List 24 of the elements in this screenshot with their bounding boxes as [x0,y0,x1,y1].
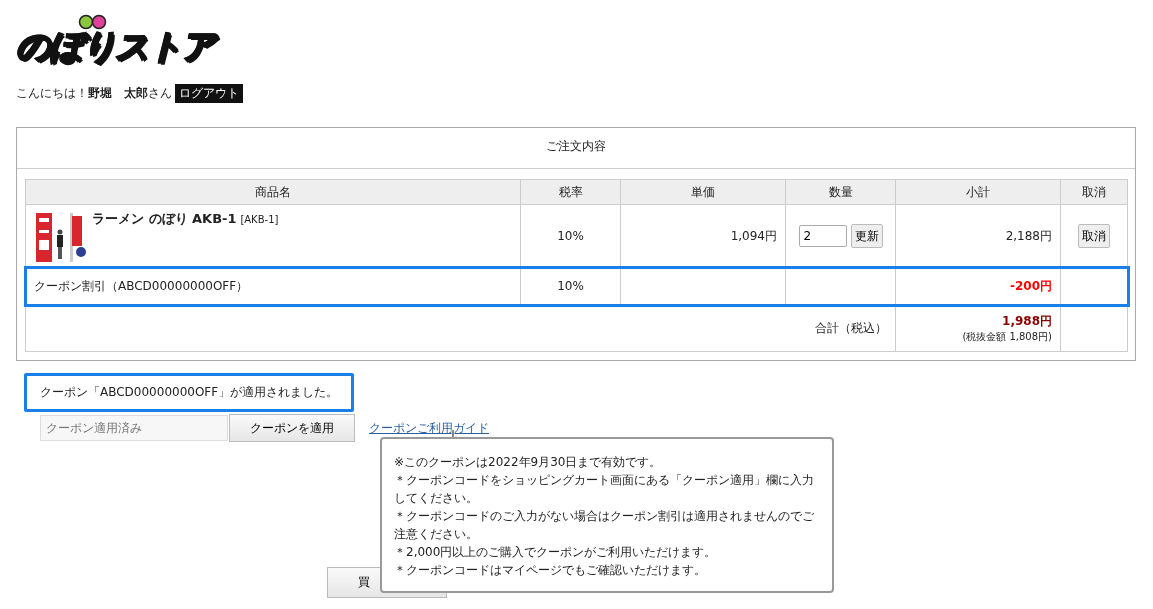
total-label: 合計（税込） [815,320,887,335]
unit-price: 1,094円 [730,228,777,243]
column-header: 税率 [520,179,621,205]
tax-rate: 10% [557,229,584,243]
total-amount: 1,988円 [1001,312,1052,330]
guide-note: ＊クーポンコードをショッピングカート画面にある「クーポン適用」欄に入力してください。 [394,472,815,507]
tax-rate: 10% [557,279,584,293]
column-header: 小計 [895,179,1061,205]
subtotal: 2,188円 [1005,228,1052,243]
product-code: [AKB-1] [240,214,279,225]
guide-note: ＊2,000円以上のご購入でクーポンがご利用いただけます。 [394,544,718,561]
greeting-text: こんにちは！野堀 太郎さん [16,85,172,102]
column-header: 商品名 [25,179,521,205]
guide-note: ＊クーポンコードのご入力がない場合はクーポン割引は適用されませんのでご注意ください。 [394,508,815,543]
guide-note: ※このクーポンは2022年9月30日まで有効です。 [394,454,663,471]
coupon-discount-label: クーポン割引（ABCD00000000OFF） [34,278,249,293]
guide-note: ＊クーポンコードはマイページでもご確認いただけます。 [394,562,707,579]
order-title: ご注文内容 [17,128,1135,169]
column-header: 取消 [1060,179,1128,205]
discount-amount: -200円 [1009,278,1052,293]
tax-excluded-amount: (税抜金額 1,808円) [961,329,1052,344]
column-header: 数量 [785,179,896,205]
coupon-applied-message: クーポン「ABCD00000000OFF」が適用されました。 [24,373,355,412]
column-header: 単価 [620,179,786,205]
